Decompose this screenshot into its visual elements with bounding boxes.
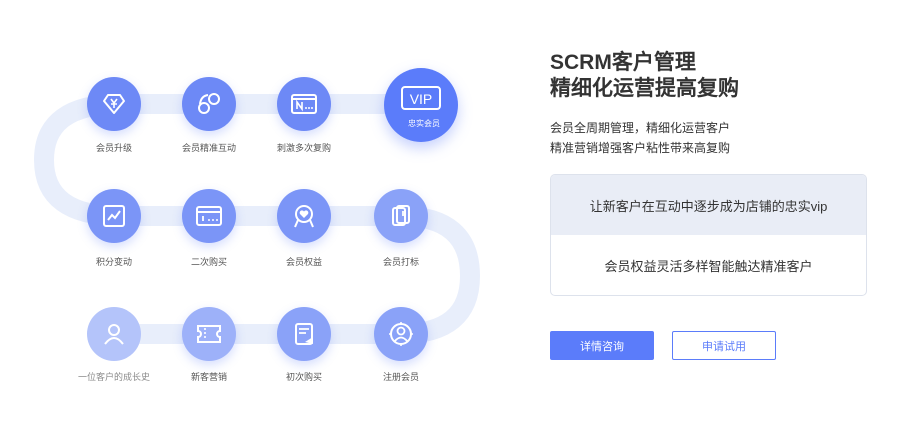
feature-card: 让新客户在互动中逐步成为店铺的忠实vip 会员权益灵活多样智能触达精准客户 — [550, 174, 867, 296]
node-label-second-purchase: 二次购买 — [190, 257, 228, 267]
tag-icon[interactable] — [374, 189, 428, 243]
description: 会员全周期管理，精细化运营客户 精准营销增强客户粘性带来高复购 — [550, 118, 870, 158]
feature-item-loyal-vip[interactable]: 让新客户在互动中逐步成为店铺的忠实vip — [551, 175, 866, 235]
window-n-icon[interactable] — [277, 77, 331, 131]
node-label-precise-interaction: 会员精准互动 — [181, 143, 237, 153]
node-label-member-rights: 会员权益 — [285, 257, 323, 267]
card-icon[interactable] — [182, 189, 236, 243]
desc-line-2: 精准营销增强客户粘性带来高复购 — [550, 141, 731, 155]
trial-button[interactable]: 申请试用 — [672, 331, 776, 360]
target-user-icon[interactable] — [374, 307, 428, 361]
content-panel: SCRM客户管理 精细化运营提高复购 会员全周期管理，精细化运营客户 精准营销增… — [550, 50, 870, 296]
node-label-new-customer-marketing: 新客营销 — [190, 372, 228, 382]
node-label-member-tagging: 会员打标 — [382, 257, 420, 267]
title-line-2: 精细化运营提高复购 — [550, 77, 739, 100]
diamond-yen-icon[interactable] — [87, 77, 141, 131]
ticket-icon[interactable] — [182, 307, 236, 361]
consult-button[interactable]: 详情咨询 — [550, 331, 654, 360]
heart-badge-icon[interactable] — [277, 189, 331, 243]
node-label-register-member: 注册会员 — [382, 372, 420, 382]
user-icon[interactable] — [87, 307, 141, 361]
receipt-icon[interactable] — [277, 307, 331, 361]
trend-chart-icon[interactable] — [87, 189, 141, 243]
page-title: SCRM客户管理 精细化运营提高复购 — [550, 50, 870, 102]
node-label-points-change: 积分变动 — [95, 257, 133, 267]
interaction-icon[interactable] — [182, 77, 236, 131]
action-buttons: 详情咨询 申请试用 — [550, 331, 776, 360]
vip-badge-text: VIP — [410, 91, 433, 107]
node-label-repurchase: 刺激多次复购 — [276, 143, 332, 153]
node-label-loyal-member: 忠实会员 — [408, 119, 440, 128]
desc-line-1: 会员全周期管理，精细化运营客户 — [550, 121, 731, 135]
node-label-customer-growth: 一位客户的成长史 — [77, 372, 151, 382]
node-label-member-upgrade: 会员升级 — [95, 143, 133, 153]
feature-item-member-rights[interactable]: 会员权益灵活多样智能触达精准客户 — [551, 235, 866, 295]
node-label-first-purchase: 初次购买 — [285, 372, 323, 382]
title-line-1: SCRM客户管理 — [550, 51, 696, 74]
vip-badge-icon[interactable]: VIP — [384, 68, 458, 142]
growth-flow: 会员升级 会员精准互动 刺激多次复购 VIP 忠实会员 积分变动 二次购买 会员… — [0, 0, 520, 445]
